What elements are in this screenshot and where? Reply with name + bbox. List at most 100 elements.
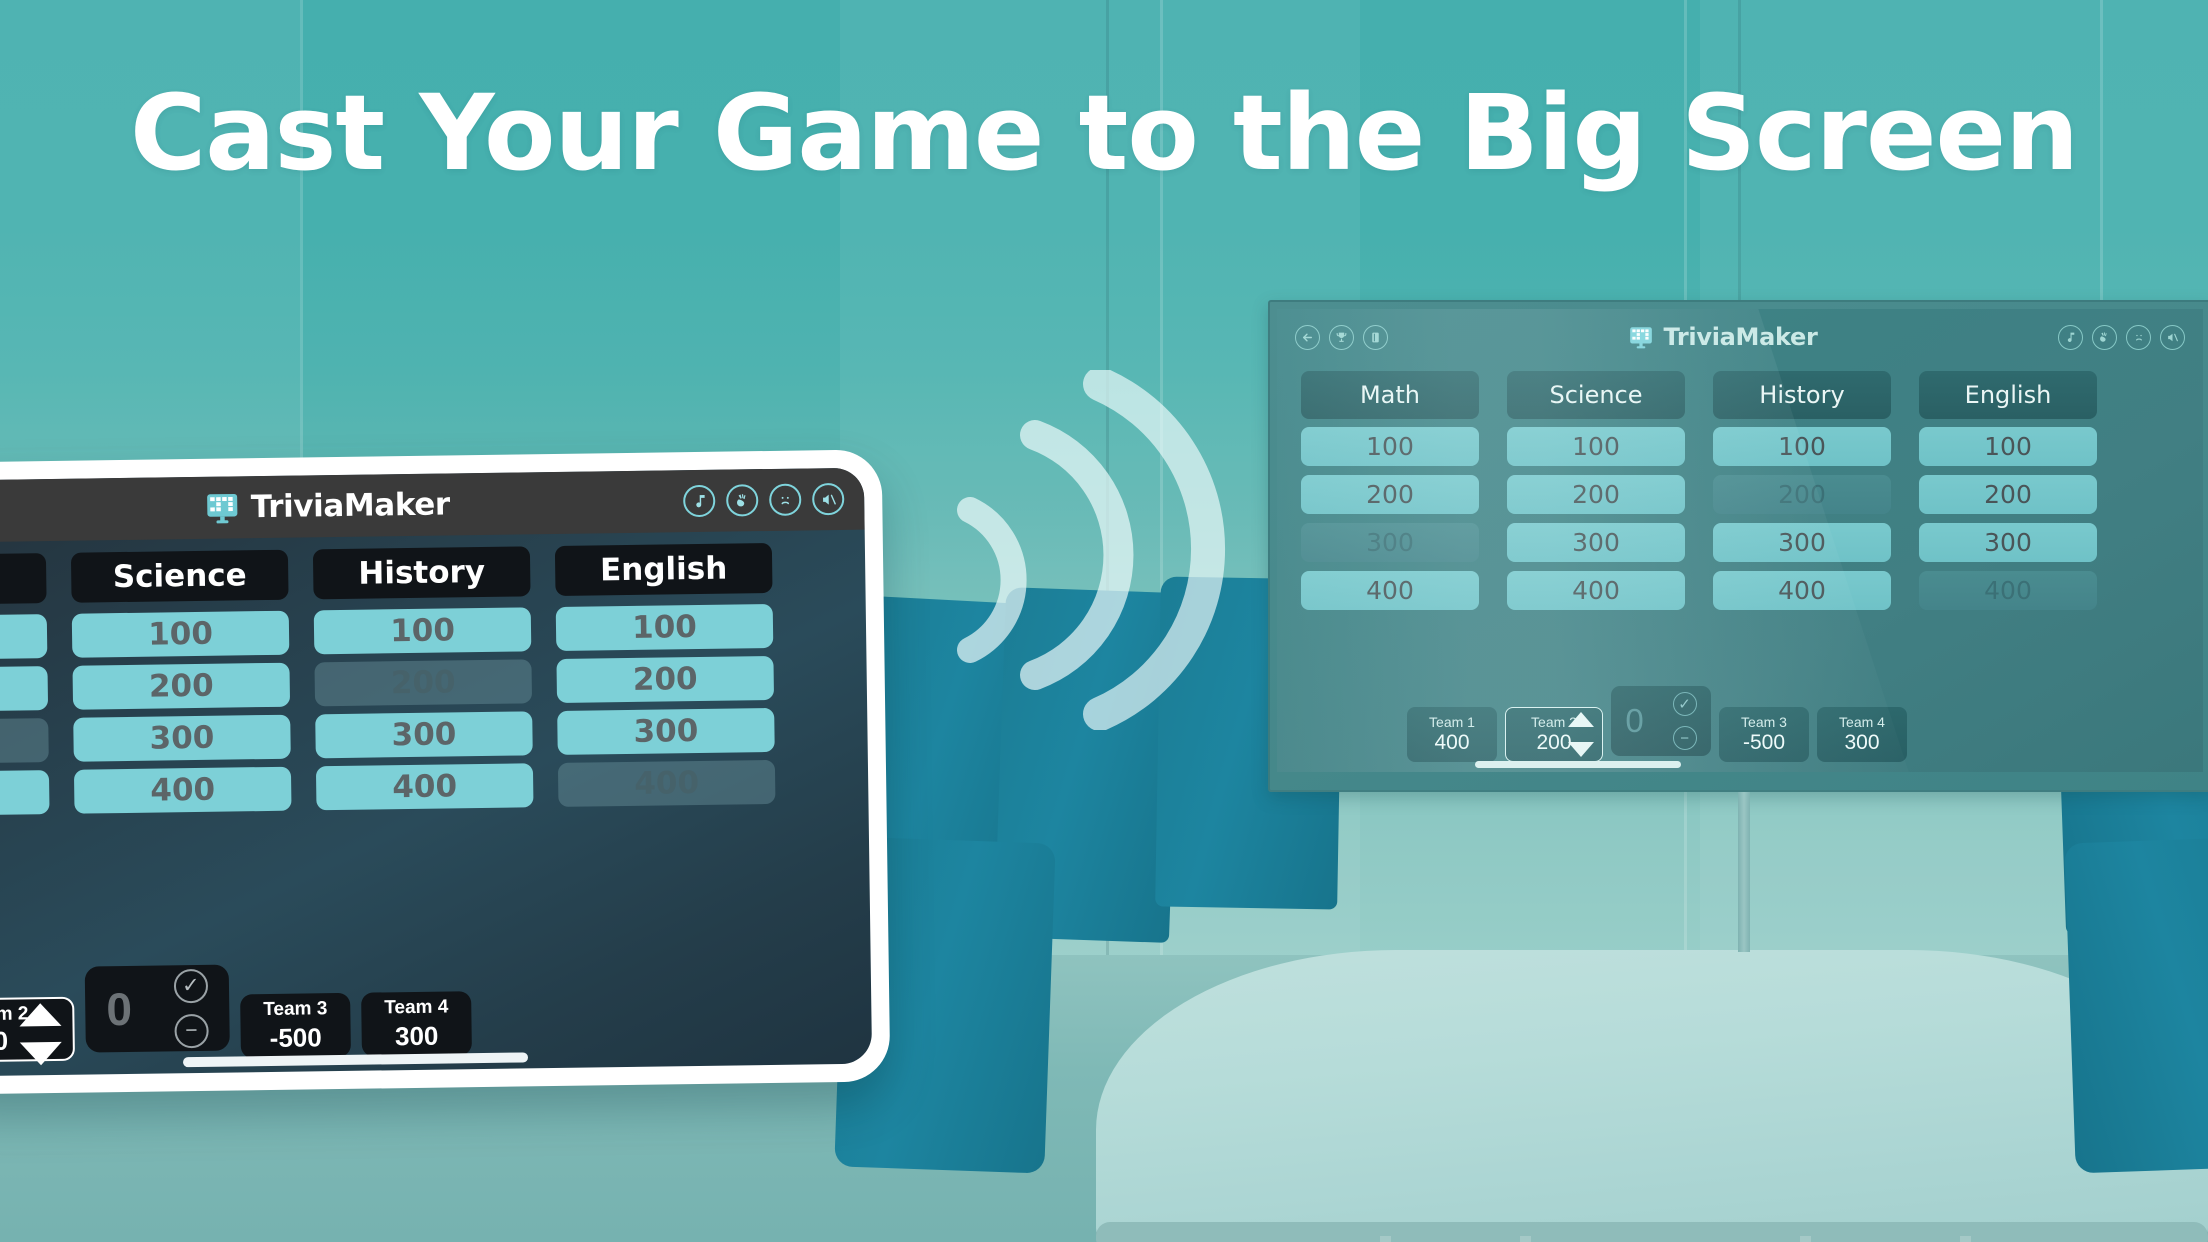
tablet-game-board: Math100200300400Science100200300400Histo… (0, 542, 849, 886)
table-edge (1096, 1222, 2208, 1242)
tablet-brand-group: TriviaMaker (0, 483, 683, 529)
check-circle-icon[interactable]: ✓ (1672, 692, 1697, 716)
music-note-icon[interactable] (683, 484, 716, 518)
minus-circle-icon[interactable]: − (1672, 726, 1697, 750)
team-name: Team 4 (1839, 714, 1885, 730)
team-score: 300 (394, 1020, 439, 1051)
question-tile[interactable]: 100 (71, 610, 290, 658)
category-header[interactable]: Science (70, 549, 289, 603)
tablet-team-bar: Team 1400Team 22000✓−Team 3-500Team 4300 (0, 964, 852, 1066)
team-score: 400 (1434, 731, 1470, 754)
question-tile[interactable]: 100 (555, 603, 774, 651)
triangle-up-icon[interactable] (1568, 712, 1594, 727)
category-column: Science 100 200 300 400 (1507, 371, 1685, 619)
question-tile-used[interactable]: 400 (557, 759, 776, 807)
category-header[interactable]: Math (0, 553, 47, 607)
question-tile[interactable]: 200 (72, 662, 291, 710)
score-entry-panel[interactable]: 0 ✓ − (84, 964, 230, 1053)
category-header[interactable]: History (1713, 371, 1891, 419)
applause-icon[interactable] (2092, 324, 2117, 350)
question-tile[interactable]: 400 (315, 763, 534, 811)
tablet-header-icons (683, 482, 845, 518)
question-tile[interactable]: 100 (1301, 427, 1479, 466)
category-header[interactable]: Science (1507, 371, 1685, 419)
team-card[interactable]: Team 3 -500 (240, 992, 351, 1059)
tablet-brand-name: TriviaMaker (250, 486, 450, 526)
back-arrow-icon[interactable] (1295, 324, 1320, 350)
question-tile[interactable]: 300 (315, 711, 533, 759)
question-tile[interactable]: 200 (1919, 475, 2097, 514)
question-tile[interactable]: 300 (1713, 523, 1891, 562)
conference-table (1096, 950, 2208, 1242)
score-stepper[interactable] (1568, 712, 1594, 757)
score-entry-value: 0 (106, 982, 133, 1036)
team-score: 200 (1536, 731, 1572, 754)
question-tile-used[interactable]: 300 (1301, 523, 1479, 562)
team-score: -500 (1742, 731, 1786, 754)
sad-face-icon[interactable] (769, 483, 802, 516)
question-tile[interactable]: 100 (1919, 427, 2097, 466)
score-entry-panel[interactable]: 0 ✓ − (1611, 686, 1711, 756)
sad-face-icon[interactable] (2126, 324, 2151, 350)
page-title: Cast Your Game to the Big Screen (129, 72, 2079, 194)
question-tile[interactable]: 400 (0, 770, 50, 818)
tablet-screen: TriviaMaker Math100200300400Science10020… (0, 467, 873, 1077)
team-card[interactable]: Team 4 300 (361, 991, 472, 1057)
question-tile[interactable]: 100 (1507, 427, 1685, 466)
team-card-active[interactable]: Team 2 200 (0, 996, 75, 1066)
check-circle-icon[interactable]: ✓ (173, 968, 209, 1003)
question-tile[interactable]: 200 (1507, 475, 1685, 514)
mute-icon[interactable] (2160, 324, 2185, 350)
question-tile-used[interactable]: 400 (1919, 571, 2097, 610)
triangle-down-icon[interactable] (19, 1041, 63, 1066)
question-tile[interactable]: 200 (1301, 475, 1479, 514)
tv-brand-name: TriviaMaker (1663, 323, 1818, 351)
question-tile[interactable]: 400 (1301, 571, 1479, 610)
category-header[interactable]: History (312, 546, 531, 600)
category-header[interactable]: English (554, 542, 773, 596)
question-tile[interactable]: 100 (1713, 427, 1891, 466)
question-tile-used[interactable]: 200 (1713, 475, 1891, 514)
applause-icon[interactable] (726, 484, 759, 517)
question-tile[interactable]: 100 (0, 614, 48, 662)
question-tile[interactable]: 300 (73, 714, 291, 762)
mute-icon[interactable] (812, 482, 845, 516)
team-card[interactable]: Team 3 -500 (1719, 707, 1809, 762)
score-stepper[interactable] (19, 1002, 63, 1066)
question-tile[interactable]: 400 (73, 766, 292, 814)
tablet-app-header: TriviaMaker (0, 467, 865, 543)
question-tile[interactable]: 200 (0, 666, 49, 714)
minus-circle-icon[interactable]: − (174, 1013, 209, 1048)
category-header[interactable]: Math (1301, 371, 1479, 419)
tv-scrollbar[interactable] (1475, 761, 1681, 768)
triangle-down-icon[interactable] (1568, 742, 1594, 757)
team-name: Team 4 (384, 996, 449, 1018)
team-card[interactable]: Team 4 300 (1817, 707, 1907, 762)
question-tile[interactable]: 100 (313, 607, 532, 655)
team-card-active[interactable]: Team 2 200 (1505, 707, 1603, 762)
question-tile[interactable]: 300 (557, 707, 775, 755)
category-header[interactable]: English (1919, 371, 2097, 419)
question-tile-used[interactable]: 300 (0, 718, 49, 766)
question-tile[interactable]: 300 (1507, 523, 1685, 562)
score-entry-actions: ✓ − (1672, 692, 1697, 750)
question-tile[interactable]: 400 (1713, 571, 1891, 610)
team-card[interactable]: Team 1 400 (1407, 707, 1497, 762)
music-note-icon[interactable] (2058, 324, 2083, 350)
question-tile[interactable]: 400 (1507, 571, 1685, 610)
tv-brand-group: TriviaMaker (1388, 323, 2058, 351)
team-score: 300 (1844, 731, 1880, 754)
score-entry-value: 0 (1625, 702, 1644, 739)
triviamaker-logo-icon (206, 493, 237, 524)
tv-screen: TriviaMaker Math 100 200 300 400 Science 100 20… (1277, 309, 2203, 772)
trophy-icon[interactable] (1329, 324, 1354, 350)
triangle-up-icon[interactable] (19, 1002, 62, 1027)
book-icon[interactable] (1363, 324, 1388, 350)
cast-waves-icon (940, 367, 1260, 731)
tv-app-header: TriviaMaker (1277, 309, 2203, 365)
question-tile[interactable]: 200 (556, 655, 775, 703)
question-tile-used[interactable]: 200 (314, 659, 533, 707)
tv-display: TriviaMaker Math 100 200 300 400 Science 100 20… (1268, 300, 2208, 792)
question-tile[interactable]: 300 (1919, 523, 2097, 562)
tv-header-left-icons (1295, 324, 1388, 350)
